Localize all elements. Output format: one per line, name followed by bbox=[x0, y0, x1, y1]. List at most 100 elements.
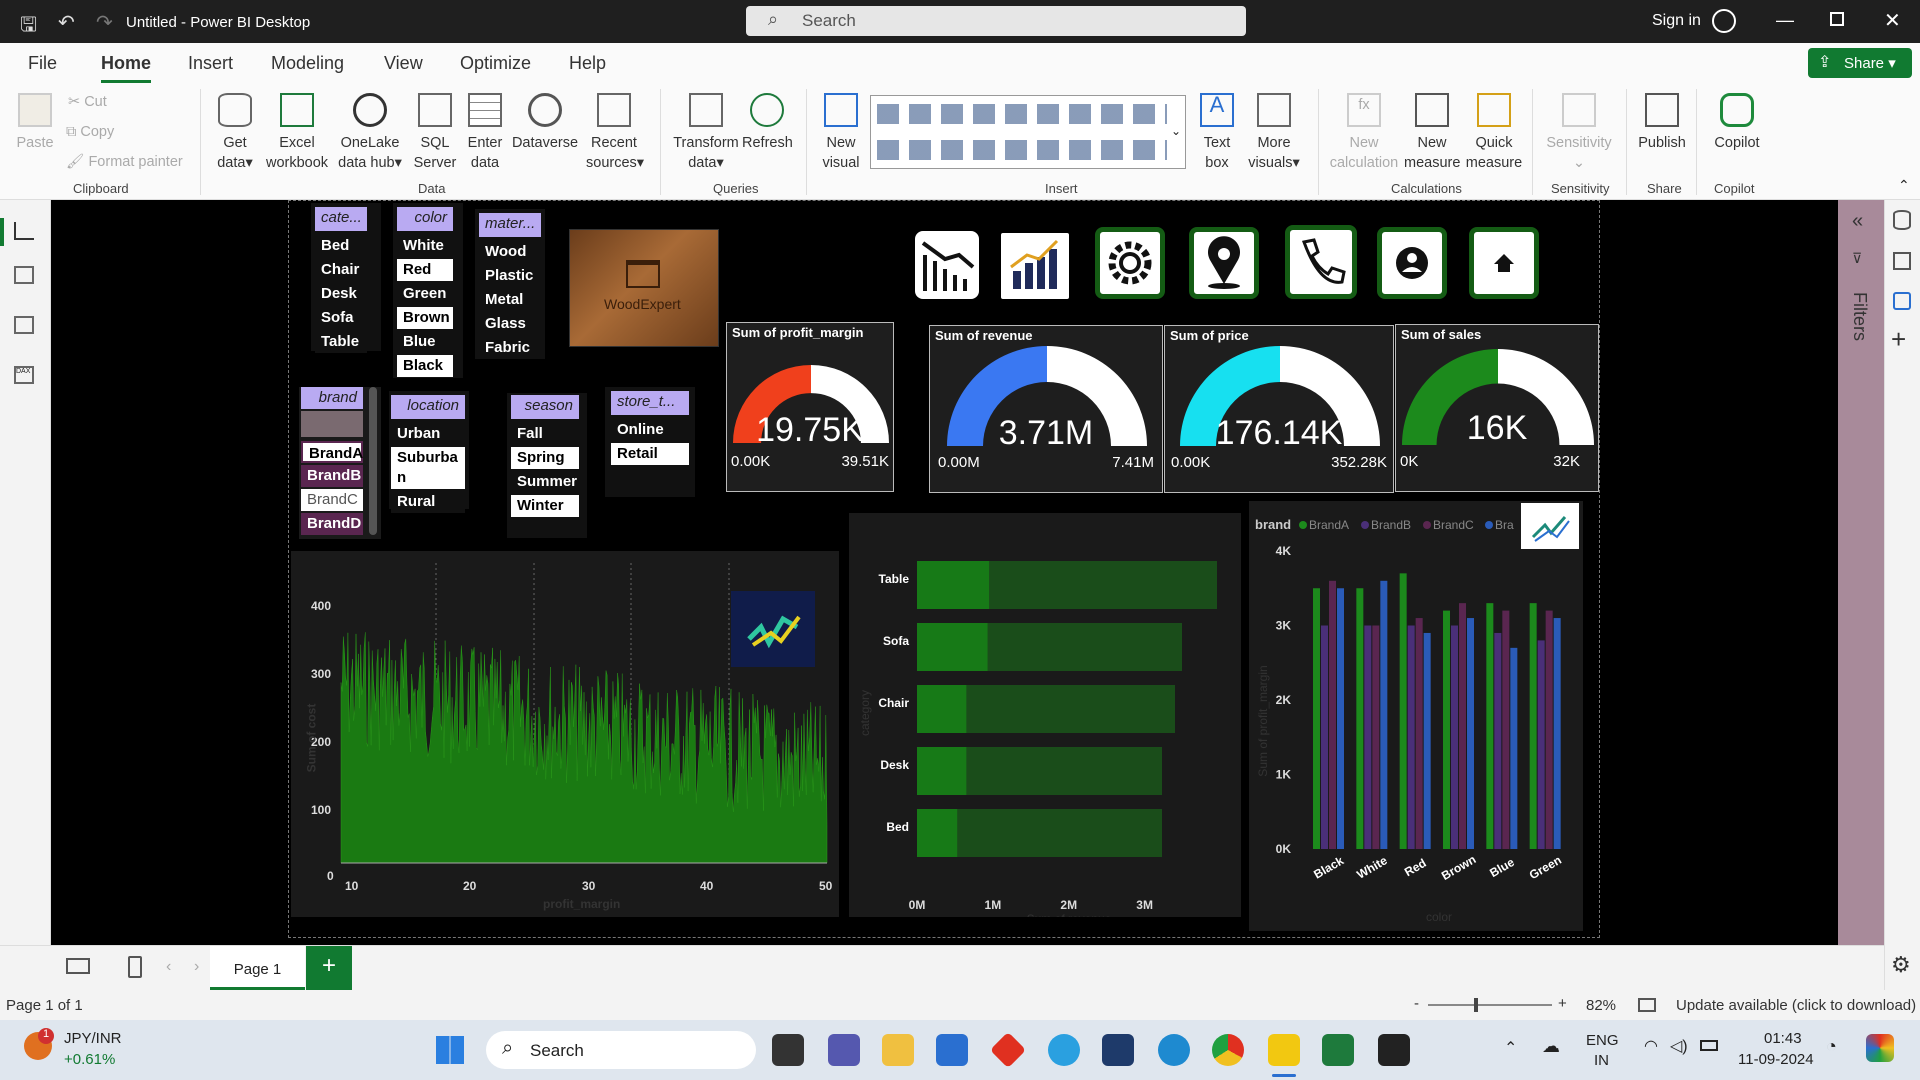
excel-icon[interactable] bbox=[1322, 1034, 1354, 1066]
slicer-store-type[interactable]: store_t... Online Retail bbox=[605, 387, 695, 497]
account-icon[interactable] bbox=[1712, 9, 1736, 33]
undo-icon[interactable]: ↶ bbox=[58, 10, 75, 35]
slicer-item[interactable]: BrandD bbox=[301, 513, 363, 535]
update-notice[interactable]: Update available (click to download) bbox=[1676, 997, 1916, 1014]
slicer-location[interactable]: location Urban Suburba n Rural bbox=[389, 391, 469, 513]
model-view-icon[interactable] bbox=[14, 316, 34, 334]
filters-label[interactable]: Filters bbox=[1849, 292, 1870, 341]
settings-button[interactable] bbox=[1095, 227, 1165, 299]
onedrive-icon[interactable]: ☁ bbox=[1542, 1036, 1560, 1057]
slicer-header[interactable]: season bbox=[511, 395, 579, 419]
power-bi-icon[interactable] bbox=[1268, 1034, 1300, 1066]
edge-icon[interactable] bbox=[1158, 1034, 1190, 1066]
app-icon[interactable] bbox=[1048, 1034, 1080, 1066]
get-data-button[interactable]: Get data▾ bbox=[212, 93, 258, 173]
menu-view[interactable]: View bbox=[384, 53, 423, 74]
minimize-icon[interactable]: — bbox=[1776, 10, 1794, 31]
profit-margin-area-chart[interactable]: 400 300 200 100 0 10 20 30 40 50 profit_… bbox=[291, 551, 839, 917]
teams-icon[interactable] bbox=[828, 1034, 860, 1066]
enter-data-button[interactable]: Enter data bbox=[462, 93, 508, 173]
slicer-item[interactable]: Retail bbox=[611, 443, 689, 465]
paste-button[interactable]: Paste bbox=[14, 93, 56, 153]
wifi-icon[interactable]: ◠ bbox=[1644, 1036, 1658, 1056]
zoom-out-icon[interactable]: - bbox=[1414, 995, 1419, 1012]
slicer-brand[interactable]: brand BrandA BrandB BrandC BrandD bbox=[299, 387, 381, 539]
settings-gear-icon[interactable]: ⚙ bbox=[1891, 952, 1911, 978]
slicer-item[interactable]: Plastic bbox=[479, 265, 541, 287]
slicer-item[interactable]: n bbox=[391, 467, 465, 489]
slicer-item[interactable]: Table bbox=[315, 331, 367, 353]
table-view-icon[interactable] bbox=[14, 266, 34, 284]
decline-chart-button[interactable] bbox=[915, 231, 979, 299]
slicer-item[interactable]: BrandB bbox=[301, 465, 363, 487]
slicer-item[interactable]: Desk bbox=[315, 283, 367, 305]
slicer-item[interactable]: Sofa bbox=[315, 307, 367, 329]
menu-optimize[interactable]: Optimize bbox=[460, 53, 531, 74]
save-icon[interactable]: 🖫 bbox=[20, 10, 37, 44]
gauge-profit-margin[interactable]: Sum of profit_margin 19.75K 0.00K 39.51K bbox=[726, 322, 894, 492]
terminal-icon[interactable] bbox=[1378, 1034, 1410, 1066]
menu-modeling[interactable]: Modeling bbox=[271, 53, 344, 74]
format-pane-icon[interactable] bbox=[1893, 292, 1911, 310]
battery-icon[interactable] bbox=[1700, 1040, 1718, 1051]
slicer-item[interactable]: Suburba bbox=[391, 447, 465, 469]
store-icon[interactable] bbox=[936, 1034, 968, 1066]
slicer-item[interactable]: Brown bbox=[397, 307, 453, 329]
slicer-item[interactable]: Urban bbox=[391, 423, 465, 445]
menu-home[interactable]: Home bbox=[101, 53, 152, 83]
sensitivity-button[interactable]: Sensitivity ⌄ bbox=[1540, 93, 1618, 173]
slicer-item[interactable]: Glass bbox=[479, 313, 541, 335]
slicer-scrollbar[interactable] bbox=[369, 387, 377, 535]
slicer-item[interactable]: Winter bbox=[511, 495, 579, 517]
slicer-item[interactable]: Metal bbox=[479, 289, 541, 311]
slicer-header[interactable]: brand bbox=[301, 387, 363, 409]
contact-button[interactable] bbox=[1285, 225, 1357, 299]
slicer-item[interactable]: Red bbox=[397, 259, 453, 281]
dax-query-view-icon[interactable]: DAX bbox=[14, 366, 34, 384]
share-button[interactable]: ⇪ Share ▾ bbox=[1808, 48, 1912, 78]
dataverse-button[interactable]: Dataverse bbox=[510, 93, 580, 153]
new-visual-button[interactable]: New visual bbox=[816, 93, 866, 173]
slicer-header[interactable]: color bbox=[397, 207, 453, 231]
copy-button[interactable]: ⧉ Copy bbox=[66, 122, 114, 142]
next-page-icon[interactable]: › bbox=[194, 958, 199, 976]
location-button[interactable] bbox=[1189, 227, 1259, 299]
visualizations-gallery[interactable]: ⌄ bbox=[870, 95, 1186, 169]
language-line1[interactable]: ENG bbox=[1586, 1032, 1619, 1049]
new-calculation-button[interactable]: fx New calculation bbox=[1326, 93, 1402, 173]
slicer-item[interactable]: Black bbox=[397, 355, 453, 377]
zoom-slider[interactable] bbox=[1428, 1004, 1552, 1006]
slicer-header[interactable]: store_t... bbox=[611, 391, 689, 415]
data-pane-icon[interactable] bbox=[1893, 210, 1911, 230]
add-page-button[interactable]: + bbox=[306, 946, 352, 990]
more-visuals-button[interactable]: More visuals▾ bbox=[1246, 93, 1302, 173]
copilot-button[interactable]: Copilot bbox=[1704, 93, 1770, 153]
quick-measure-button[interactable]: Quick measure bbox=[1462, 93, 1526, 173]
volume-icon[interactable]: ◁) bbox=[1670, 1036, 1688, 1056]
publish-button[interactable]: Publish bbox=[1634, 93, 1690, 153]
language-line2[interactable]: IN bbox=[1594, 1052, 1609, 1069]
add-pane-icon[interactable]: + bbox=[1891, 324, 1906, 355]
visual-type-icons-row1[interactable] bbox=[877, 104, 1167, 124]
chevron-up-icon[interactable]: ⌃ bbox=[1504, 1038, 1517, 1058]
slicer-material[interactable]: mater... Wood Plastic Metal Glass Fabric bbox=[475, 209, 545, 359]
collapse-ribbon-icon[interactable]: ⌃ bbox=[1898, 177, 1910, 194]
slicer-header[interactable]: cate... bbox=[315, 207, 367, 231]
slicer-item[interactable]: Spring bbox=[511, 447, 579, 469]
slicer-item[interactable]: Fabric bbox=[479, 337, 541, 359]
prev-page-icon[interactable]: ‹ bbox=[166, 958, 171, 976]
filters-pane[interactable]: « ⊽ Filters bbox=[1838, 200, 1884, 945]
home-button[interactable] bbox=[1469, 227, 1539, 299]
slicer-item[interactable]: BrandC bbox=[301, 489, 363, 511]
menu-file[interactable]: File bbox=[28, 53, 57, 74]
zoom-slider-thumb[interactable] bbox=[1474, 998, 1478, 1012]
app-icon[interactable] bbox=[989, 1031, 1027, 1069]
profile-button[interactable] bbox=[1377, 227, 1447, 299]
expand-pane-icon[interactable]: « bbox=[1852, 210, 1863, 233]
new-measure-button[interactable]: New measure bbox=[1404, 93, 1460, 173]
search-input[interactable]: ⌕ Search bbox=[746, 6, 1246, 36]
slicer-category[interactable]: cate... Bed Chair Desk Sofa Table bbox=[311, 203, 381, 353]
revenue-by-category-chart[interactable]: Table Sofa Chair Desk Bed 0M 1M 2M 3M Sum of reve… bbox=[849, 513, 1241, 917]
slicer-item[interactable]: Bed bbox=[315, 235, 367, 257]
report-view-icon[interactable] bbox=[14, 222, 34, 240]
